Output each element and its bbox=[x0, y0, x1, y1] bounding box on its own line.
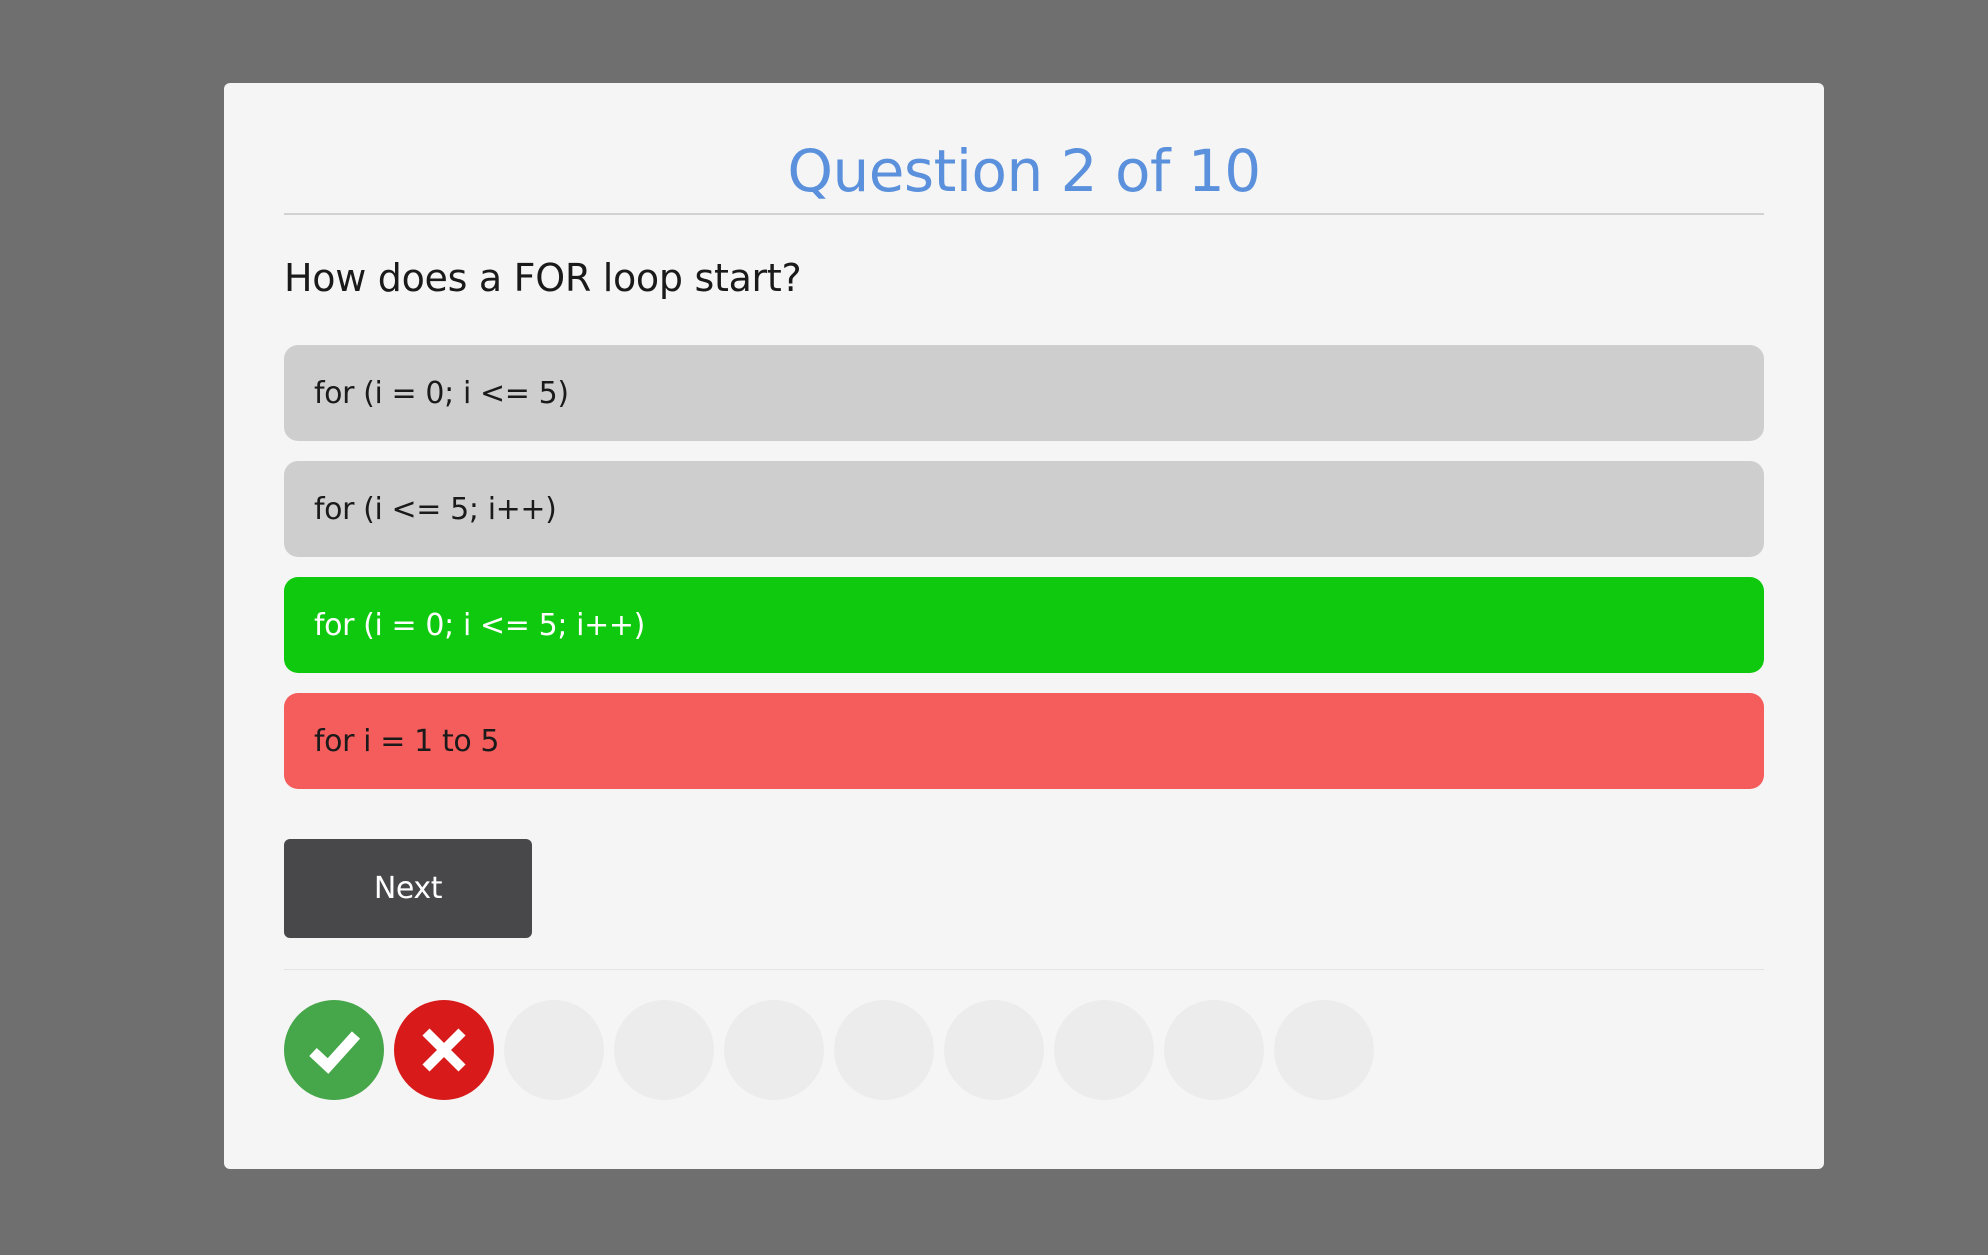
progress-dot-3 bbox=[504, 1000, 604, 1100]
progress-divider bbox=[284, 969, 1764, 970]
answer-option-label: for i = 1 to 5 bbox=[314, 723, 500, 759]
answer-option-1[interactable]: for (i = 0; i <= 5) bbox=[284, 345, 1764, 441]
question-text: How does a FOR loop start? bbox=[284, 256, 802, 300]
answer-option-label: for (i = 0; i <= 5) bbox=[314, 375, 569, 411]
progress-dot-2-wrong bbox=[394, 1000, 494, 1100]
progress-dot-7 bbox=[944, 1000, 1044, 1100]
progress-dot-10 bbox=[1274, 1000, 1374, 1100]
answer-list: for (i = 0; i <= 5) for (i <= 5; i++) fo… bbox=[284, 345, 1764, 809]
progress-dot-6 bbox=[834, 1000, 934, 1100]
check-icon bbox=[309, 1031, 361, 1074]
next-button[interactable]: Next bbox=[284, 839, 532, 938]
progress-dot-5 bbox=[724, 1000, 824, 1100]
progress-dot-1-correct bbox=[284, 1000, 384, 1100]
progress-dot-8 bbox=[1054, 1000, 1154, 1100]
progress-dot-9 bbox=[1164, 1000, 1264, 1100]
question-counter-title: Question 2 of 10 bbox=[787, 137, 1261, 205]
quiz-card: Question 2 of 10 How does a FOR loop sta… bbox=[224, 83, 1824, 1169]
answer-option-label: for (i = 0; i <= 5; i++) bbox=[314, 607, 645, 643]
progress-tracker bbox=[284, 1000, 1384, 1100]
progress-dot-4 bbox=[614, 1000, 714, 1100]
title-divider bbox=[284, 213, 1764, 215]
answer-option-4-wrong[interactable]: for i = 1 to 5 bbox=[284, 693, 1764, 789]
answer-option-label: for (i <= 5; i++) bbox=[314, 491, 557, 527]
answer-option-3-correct[interactable]: for (i = 0; i <= 5; i++) bbox=[284, 577, 1764, 673]
answer-option-2[interactable]: for (i <= 5; i++) bbox=[284, 461, 1764, 557]
cross-icon bbox=[422, 1028, 466, 1072]
